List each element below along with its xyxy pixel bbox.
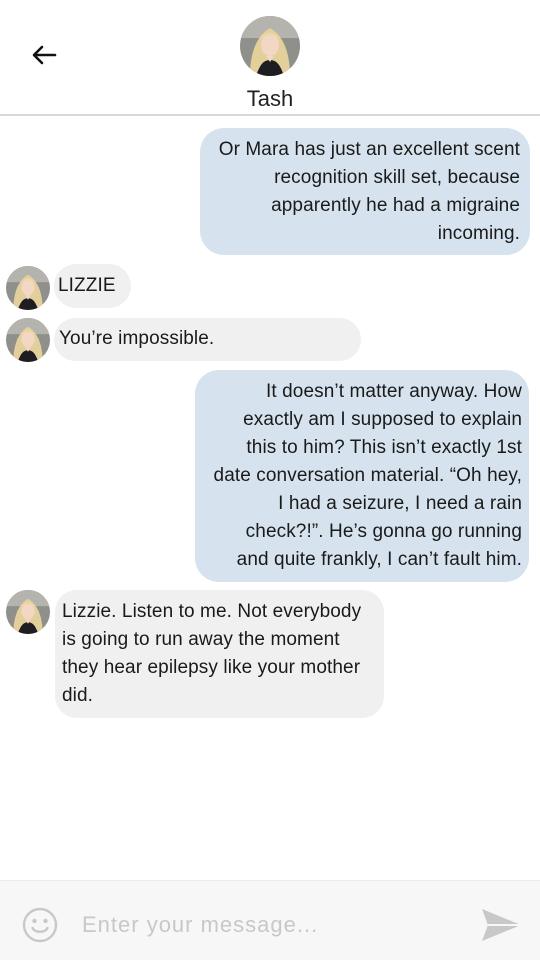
incoming-message: Lizzie. Listen to me. Not everybody is g… — [55, 590, 384, 718]
sender-avatar[interactable] — [6, 318, 50, 362]
send-icon — [482, 909, 521, 941]
message-composer — [0, 880, 540, 960]
message-input[interactable] — [80, 903, 464, 947]
contact-avatar[interactable] — [240, 16, 300, 76]
arrow-left-icon — [32, 45, 57, 65]
incoming-message: You’re impossible. — [54, 318, 361, 361]
smiley-icon — [22, 907, 58, 943]
emoji-button[interactable] — [22, 907, 58, 943]
send-button[interactable] — [478, 905, 524, 945]
outgoing-message: It doesn’t matter anyway. How exactly am… — [195, 370, 529, 582]
chat-screen: Tash Or Mara has just an excellent scent… — [0, 0, 540, 960]
outgoing-message: Or Mara has just an excellent scent reco… — [200, 128, 530, 255]
sender-avatar[interactable] — [6, 590, 50, 634]
incoming-message: LIZZIE — [54, 264, 131, 308]
contact-name: Tash — [246, 86, 294, 111]
chat-header: Tash — [0, 0, 540, 116]
back-button[interactable] — [28, 40, 60, 70]
sender-avatar[interactable] — [6, 266, 50, 310]
